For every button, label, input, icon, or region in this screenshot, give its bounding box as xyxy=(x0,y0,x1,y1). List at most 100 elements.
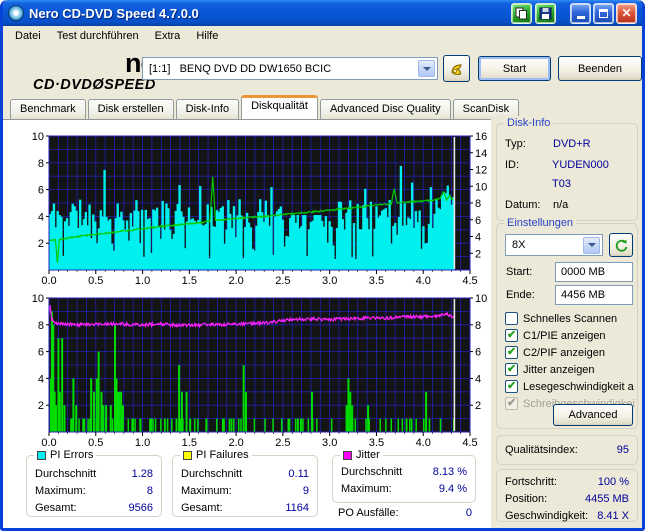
row-value: 1.28 xyxy=(131,468,153,480)
checkbox-row-lesegeschwindigkeit-a[interactable]: Lesegeschwindigkeit a xyxy=(497,378,637,395)
menu-item-extra[interactable]: Extra xyxy=(147,28,189,44)
row-label: Position: xyxy=(505,493,548,505)
row-label: Fortschritt: xyxy=(505,476,557,488)
advanced-button[interactable]: Advanced xyxy=(553,404,633,426)
info-row-durchschnitt: Durchschnitt 0.11 xyxy=(173,466,317,483)
checkbox-row-jitter-anzeigen[interactable]: Jitter anzeigen xyxy=(497,361,637,378)
quality-index-value: 95 xyxy=(616,444,629,456)
eject-disc-icon xyxy=(450,63,462,75)
row-label: Maximum: xyxy=(341,483,392,495)
start-button[interactable]: Start xyxy=(478,56,551,81)
svg-text:0.0: 0.0 xyxy=(41,275,56,287)
svg-text:10: 10 xyxy=(475,181,487,193)
checkbox-c1-pie-anzeigen[interactable] xyxy=(505,328,518,342)
menu-item-hilfe[interactable]: Hilfe xyxy=(188,28,226,44)
quality-box: Qualitätsindex: 95 xyxy=(496,435,638,465)
end-field[interactable] xyxy=(555,285,633,305)
app-window: Nero CD-DVD Speed 4.7.0.0 ✕ Datei Test d… xyxy=(0,0,645,531)
save-report-button[interactable] xyxy=(535,2,556,24)
checkbox-lesegeschwindigkeit-a[interactable] xyxy=(505,379,518,393)
svg-text:10: 10 xyxy=(475,293,487,305)
refresh-button[interactable] xyxy=(609,233,633,257)
svg-text:2: 2 xyxy=(475,400,481,412)
copy-report-button[interactable] xyxy=(511,2,532,24)
svg-text:6: 6 xyxy=(475,347,481,359)
tab-diskqualit-t[interactable]: Diskqualität xyxy=(241,95,318,119)
svg-text:1.0: 1.0 xyxy=(135,437,150,449)
svg-text:8: 8 xyxy=(475,320,481,332)
svg-text:2: 2 xyxy=(38,238,44,250)
quit-button[interactable]: Beenden xyxy=(558,56,642,81)
checkbox-row-c1-pie-anzeigen[interactable]: C1/PIE anzeigen xyxy=(497,327,637,344)
drive-select-arrow[interactable] xyxy=(418,60,435,77)
checkbox-label: Jitter anzeigen xyxy=(523,363,595,376)
minimize-icon xyxy=(576,16,585,19)
svg-text:8: 8 xyxy=(38,158,44,170)
right-panel: Disk-Info Typ: DVD+R ID: YUDEN000 T03 Datum:… xyxy=(491,116,642,528)
checkbox-schreibgeschwindigkei xyxy=(505,396,518,410)
menu-item-datei[interactable]: Datei xyxy=(7,28,49,44)
tab-benchmark[interactable]: Benchmark xyxy=(10,99,86,119)
svg-text:2: 2 xyxy=(475,248,481,260)
jitter-box: Jitter Durchschnitt 8.13 % Maximum: 9.4 % xyxy=(332,448,476,503)
row-label: Durchschnitt xyxy=(35,468,97,480)
row-value: 8.41 X xyxy=(597,510,629,522)
svg-text:1.5: 1.5 xyxy=(182,275,197,287)
po-failures-value: 0 xyxy=(465,507,472,519)
row-label: Datum: xyxy=(505,199,541,211)
row-value: 9.4 % xyxy=(438,483,467,495)
settings-title: Einstellungen xyxy=(504,216,577,230)
checkbox-schnelles-scannen[interactable] xyxy=(505,312,518,325)
checkbox-row-c2-pif-anzeigen[interactable]: C2/PIF anzeigen xyxy=(497,344,637,361)
copy-icon xyxy=(515,7,527,19)
checkbox-jitter-anzeigen[interactable] xyxy=(505,362,518,376)
tab-disk-info[interactable]: Disk-Info xyxy=(175,99,240,119)
po-failures-label: PO Ausfälle: xyxy=(338,507,399,519)
info-row-id: ID: YUDEN000 T03 xyxy=(497,155,637,195)
info-row-maximum: Maximum: 9.4 % xyxy=(333,481,475,498)
pi-errors-box: PI Errors Durchschnitt 1.28 Maximum: 8 Gesam… xyxy=(26,448,162,517)
checkbox-row-schnelles-scannen[interactable]: Schnelles Scannen xyxy=(497,310,637,327)
row-value: 100 % xyxy=(597,476,629,488)
checkbox-label: Schnelles Scannen xyxy=(523,312,618,325)
start-field[interactable] xyxy=(555,262,633,282)
row-value: DVD+R xyxy=(553,138,591,150)
svg-text:16: 16 xyxy=(475,131,487,143)
tab-advanced-disc-quality[interactable]: Advanced Disc Quality xyxy=(319,99,451,119)
minimize-button[interactable] xyxy=(570,2,591,24)
row-value: 4455 MB xyxy=(584,493,629,505)
checkbox-label: C2/PIF anzeigen xyxy=(523,346,605,359)
tab-disk-erstellen[interactable]: Disk erstellen xyxy=(87,99,174,119)
speed-select-arrow[interactable] xyxy=(583,236,600,254)
info-row-gesamt: Gesamt: 9566 xyxy=(27,500,161,517)
eject-button[interactable] xyxy=(443,55,470,82)
speed-select[interactable]: 8X xyxy=(505,234,603,256)
maximize-button[interactable] xyxy=(593,2,614,24)
drive-select[interactable]: [1:1] BENQ DVD DD DW1650 BCIC xyxy=(142,57,438,80)
checkbox-c2-pif-anzeigen[interactable] xyxy=(505,345,518,359)
row-value: YUDEN000 T03 xyxy=(551,159,609,190)
row-label: Maximum: xyxy=(35,485,86,497)
speed-select-value: 8X xyxy=(512,239,526,251)
svg-text:8: 8 xyxy=(38,320,44,332)
svg-text:4: 4 xyxy=(475,232,481,244)
row-label: Typ: xyxy=(505,138,526,150)
pi-failures-title: PI Failures xyxy=(196,449,249,461)
row-value: 1164 xyxy=(285,502,309,514)
svg-text:3.0: 3.0 xyxy=(322,275,337,287)
chevron-down-icon xyxy=(587,243,596,251)
svg-text:2.0: 2.0 xyxy=(228,275,243,287)
row-value: n/a xyxy=(553,199,569,211)
menu-item-test-durchfuehren[interactable]: Test durchführen xyxy=(49,28,147,44)
info-row-geschwindigkeit: Geschwindigkeit: 8.41 X xyxy=(497,508,637,525)
close-button[interactable]: ✕ xyxy=(616,2,637,24)
svg-text:6: 6 xyxy=(475,215,481,227)
quality-index-label: Qualitätsindex: xyxy=(505,444,578,456)
svg-text:4.5: 4.5 xyxy=(462,437,477,449)
info-row-fortschritt: Fortschritt: 100 % xyxy=(497,474,637,491)
svg-text:4.0: 4.0 xyxy=(416,275,431,287)
svg-text:2: 2 xyxy=(38,400,44,412)
info-row-maximum: Maximum: 8 xyxy=(27,483,161,500)
svg-text:14: 14 xyxy=(475,148,487,160)
svg-text:10: 10 xyxy=(32,131,44,143)
